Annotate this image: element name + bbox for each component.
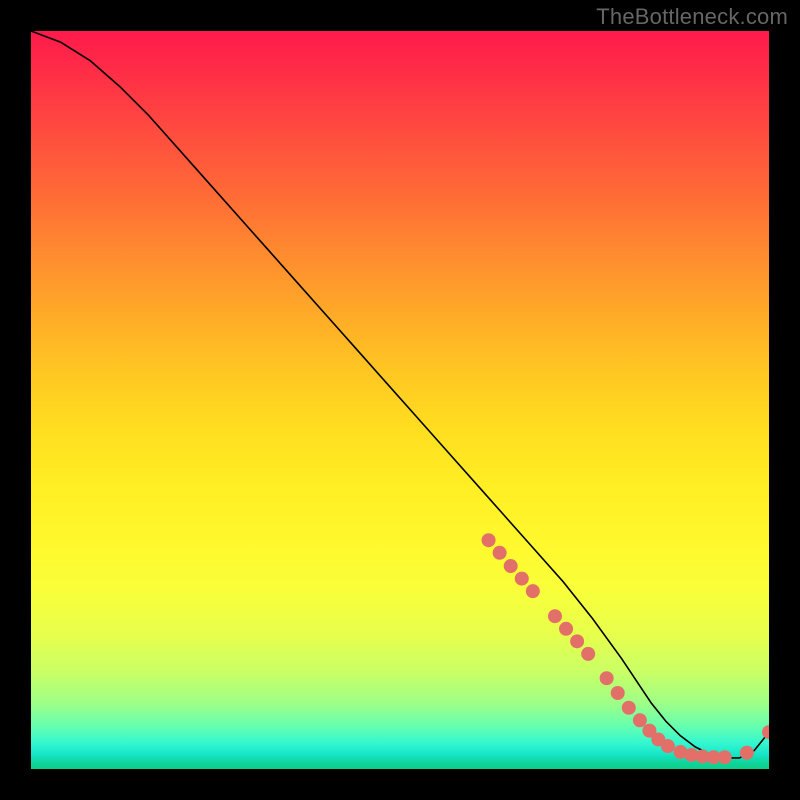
marker-dot [570,634,584,648]
marker-dot [559,622,573,636]
marker-dot [504,559,518,573]
line-series [31,31,769,758]
marker-dot [548,609,562,623]
scatter-markers [482,533,769,764]
chart-svg [31,31,769,769]
marker-dot [622,701,636,715]
marker-dot [600,671,614,685]
marker-dot [611,686,625,700]
chart-stage: TheBottleneck.com [0,0,800,800]
marker-dot [661,739,675,753]
marker-dot [740,746,754,760]
marker-dot [633,713,647,727]
watermark-text: TheBottleneck.com [596,4,788,30]
marker-dot [493,546,507,560]
marker-dot [718,750,732,764]
plot-area [31,31,769,769]
marker-dot [526,584,540,598]
marker-dot [515,572,529,586]
marker-dot [762,725,769,739]
marker-dot [482,533,496,547]
marker-dot [581,647,595,661]
